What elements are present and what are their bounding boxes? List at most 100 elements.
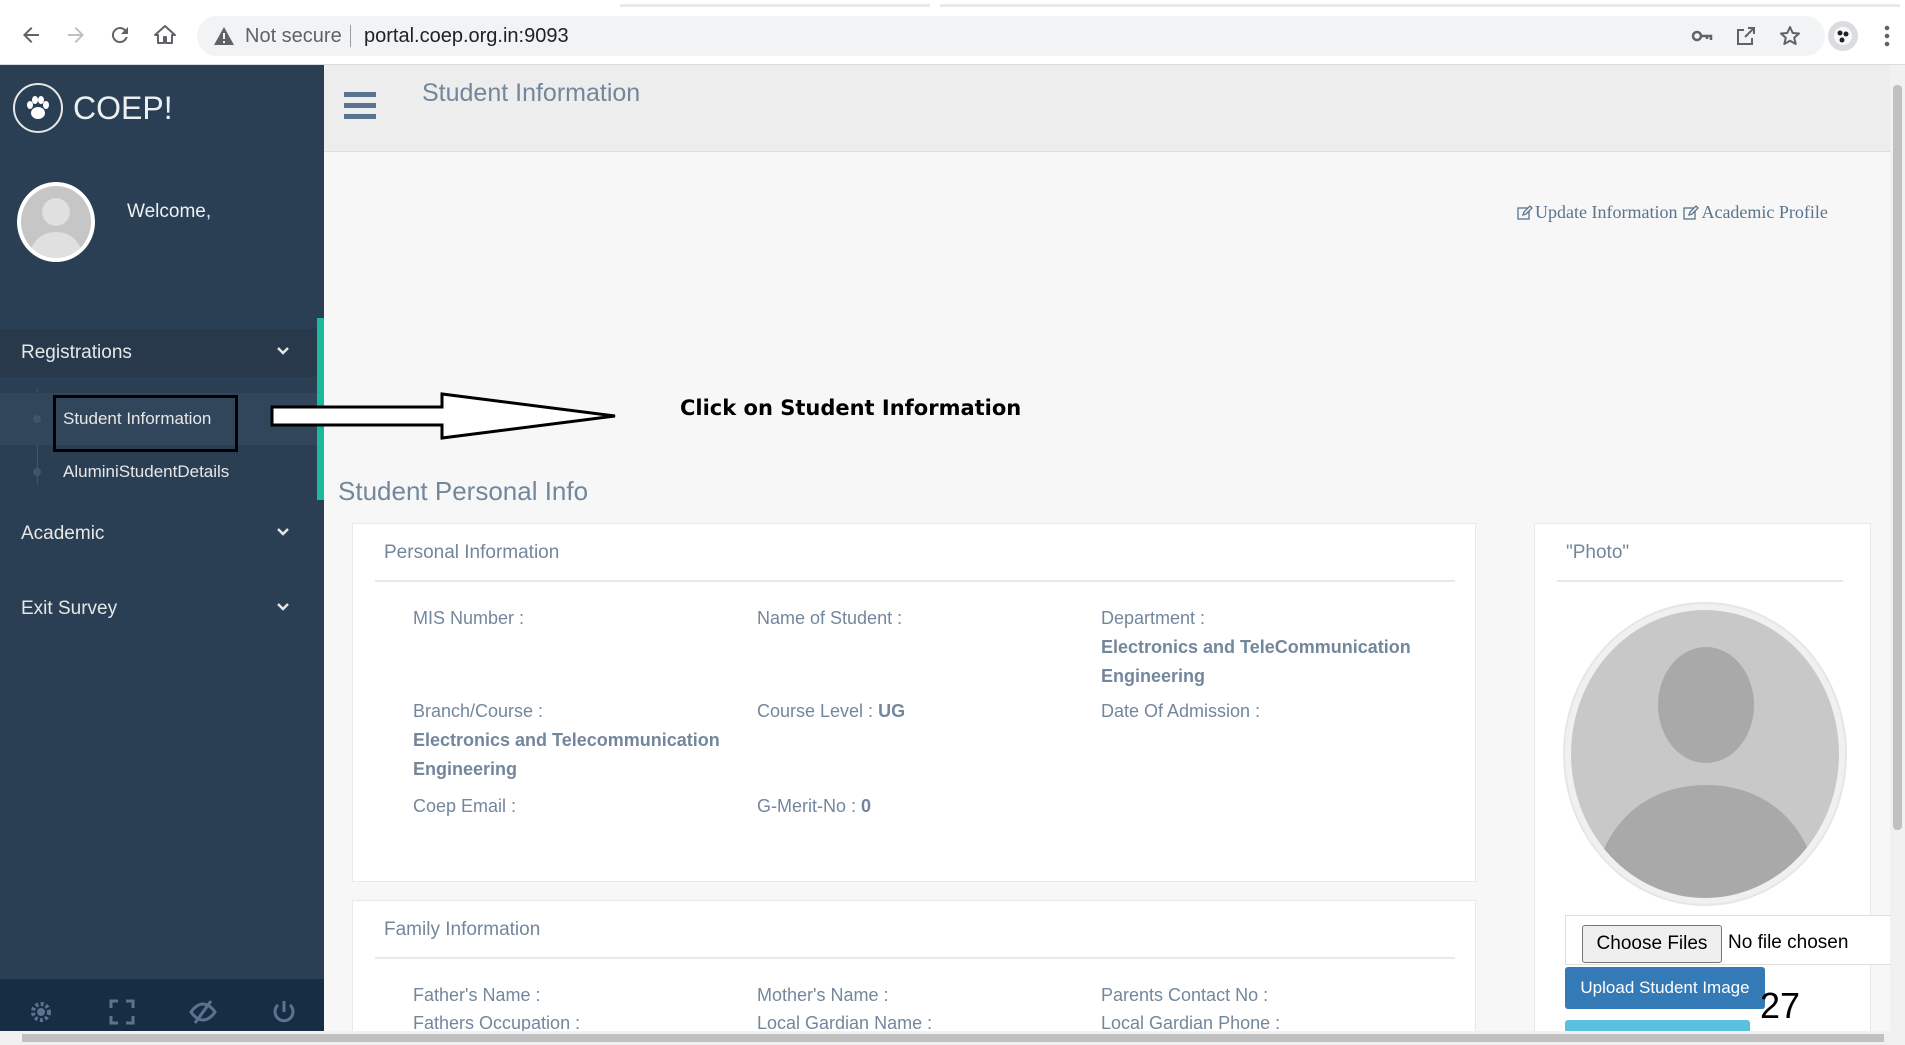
student-photo bbox=[1565, 604, 1845, 904]
panel-title: "Photo" bbox=[1566, 542, 1630, 563]
home-icon bbox=[154, 25, 176, 44]
home-button[interactable] bbox=[148, 18, 182, 52]
field-label: Mother's Name : bbox=[757, 985, 889, 1005]
department-field: Department : Electronics and TeleCommuni… bbox=[1101, 604, 1441, 691]
eye-slash-icon bbox=[188, 1000, 217, 1024]
field-label: Father's Name : bbox=[413, 985, 541, 1005]
sidebar-item-label: Registrations bbox=[21, 342, 132, 363]
sidebar: COEP! Welcome, Registrations Student Inf… bbox=[0, 65, 324, 1045]
chevron-down-icon bbox=[277, 528, 289, 536]
sidebar-item-label: Academic bbox=[21, 523, 105, 544]
merit-number-field: G-Merit-No : 0 bbox=[757, 792, 871, 821]
scrollbar-thumb[interactable] bbox=[22, 1034, 1884, 1042]
photo-panel: "Photo" Choose Files No file chosen Uplo… bbox=[1534, 523, 1905, 1045]
update-information-link[interactable]: Update Information bbox=[1517, 202, 1677, 223]
field-value: Electronics and Telecommunication Engine… bbox=[413, 730, 720, 779]
edit-icon bbox=[1517, 204, 1533, 220]
address-bar[interactable]: Not secure portal.coep.org.in:9093 bbox=[197, 16, 1825, 56]
update-information-label: Update Information bbox=[1535, 202, 1678, 222]
horizontal-scrollbar[interactable] bbox=[0, 1031, 1905, 1045]
field-value: 0 bbox=[861, 796, 872, 816]
tab-strip-line bbox=[620, 4, 930, 7]
forward-button[interactable] bbox=[59, 18, 93, 52]
reload-icon bbox=[111, 27, 128, 44]
father-name-field: Father's Name : bbox=[413, 981, 540, 1010]
field-label: Department : bbox=[1101, 608, 1206, 628]
field-label: G-Merit-No : bbox=[757, 796, 856, 816]
field-label: Fathers Occupation : bbox=[413, 1013, 581, 1033]
fullscreen-icon bbox=[109, 999, 134, 1025]
reload-button[interactable] bbox=[103, 18, 137, 52]
panel-title: Personal Information bbox=[384, 542, 560, 563]
parents-contact-field: Parents Contact No : bbox=[1101, 981, 1268, 1010]
vertical-scrollbar[interactable] bbox=[1890, 65, 1905, 1031]
field-label: Coep Email : bbox=[413, 796, 517, 816]
tab-strip-line bbox=[940, 4, 1900, 7]
field-label: Local Gardian Name : bbox=[757, 1013, 933, 1033]
coep-email-field: Coep Email : bbox=[413, 792, 516, 821]
field-value: Electronics and TeleCommunication Engine… bbox=[1101, 637, 1411, 686]
upload-student-image-button[interactable]: Upload Student Image bbox=[1565, 967, 1765, 1009]
brand[interactable]: COEP! bbox=[13, 83, 173, 133]
branch-field: Branch/Course : Electronics and Telecomm… bbox=[413, 697, 743, 784]
browser-toolbar: Not secure portal.coep.org.in:9093 bbox=[0, 0, 1905, 65]
avatar bbox=[17, 182, 95, 262]
sidebar-item-academic[interactable]: Academic bbox=[0, 510, 324, 558]
sidebar-item-label: Exit Survey bbox=[21, 598, 118, 619]
choose-files-button[interactable]: Choose Files bbox=[1582, 925, 1722, 963]
omnibox-divider bbox=[350, 25, 351, 47]
paw-icon bbox=[13, 83, 63, 133]
submenu-dot bbox=[33, 468, 41, 476]
admission-date-field: Date Of Admission : bbox=[1101, 697, 1260, 726]
academic-profile-label: Academic Profile bbox=[1701, 202, 1828, 222]
submenu-dot bbox=[33, 415, 41, 423]
back-button[interactable] bbox=[14, 18, 48, 52]
sidebar-item-alumini-student-details[interactable]: AluminiStudentDetails bbox=[0, 446, 317, 498]
profile-avatar-button[interactable] bbox=[1828, 21, 1858, 51]
panel-divider bbox=[1557, 580, 1843, 582]
scrollbar-thumb[interactable] bbox=[1893, 85, 1902, 830]
file-input[interactable]: Choose Files No file chosen bbox=[1565, 915, 1905, 965]
field-label: Name of Student : bbox=[757, 608, 903, 628]
personal-information-panel: Personal Information MIS Number : Name o… bbox=[352, 523, 1476, 882]
warning-icon bbox=[214, 27, 234, 45]
section-title: Student Personal Info bbox=[338, 476, 589, 506]
chevron-down-icon bbox=[277, 603, 289, 611]
brand-title: COEP! bbox=[73, 89, 173, 126]
field-label: Branch/Course : bbox=[413, 701, 544, 721]
edit-icon bbox=[1683, 204, 1700, 220]
page-title: Student Information bbox=[422, 79, 641, 107]
user-silhouette-icon bbox=[1571, 610, 1839, 898]
field-label: Date Of Admission : bbox=[1101, 701, 1261, 721]
family-information-panel: Family Information Father's Name : Mothe… bbox=[352, 900, 1476, 1040]
sidebar-item-registrations[interactable]: Registrations bbox=[0, 329, 324, 377]
welcome-text: Welcome, bbox=[127, 201, 212, 222]
field-value: UG bbox=[878, 701, 906, 721]
mother-name-field: Mother's Name : bbox=[757, 981, 888, 1010]
course-level-field: Course Level : UG bbox=[757, 697, 905, 726]
annotation-arrow bbox=[270, 392, 616, 440]
arrow-left-icon bbox=[23, 27, 39, 43]
chevron-down-icon bbox=[277, 347, 289, 355]
field-label: MIS Number : bbox=[413, 608, 525, 628]
menu-toggle-icon[interactable] bbox=[344, 92, 376, 120]
sidebar-item-exit-survey[interactable]: Exit Survey bbox=[0, 585, 324, 633]
power-icon bbox=[273, 1001, 294, 1023]
share-icon[interactable] bbox=[1734, 24, 1758, 48]
submenu-label: AluminiStudentDetails bbox=[63, 462, 230, 481]
arrow-right-icon bbox=[68, 27, 84, 43]
panel-divider bbox=[375, 580, 1455, 582]
mis-number-field: MIS Number : bbox=[413, 604, 524, 633]
panel-divider bbox=[375, 957, 1455, 959]
kebab-menu-icon bbox=[1884, 25, 1890, 47]
academic-profile-link[interactable]: Academic Profile bbox=[1683, 202, 1828, 223]
star-icon[interactable] bbox=[1778, 24, 1802, 48]
top-nav: Student Information bbox=[324, 65, 1905, 152]
key-icon[interactable] bbox=[1690, 24, 1714, 48]
url-text[interactable]: portal.coep.org.in:9093 bbox=[364, 25, 569, 48]
field-label: Parents Contact No : bbox=[1101, 985, 1269, 1005]
field-label: Local Gardian Phone : bbox=[1101, 1013, 1281, 1033]
gear-icon bbox=[30, 1002, 51, 1022]
profile-links: Update Information Academic Profile bbox=[1517, 202, 1828, 223]
browser-menu-button[interactable] bbox=[1882, 22, 1892, 50]
